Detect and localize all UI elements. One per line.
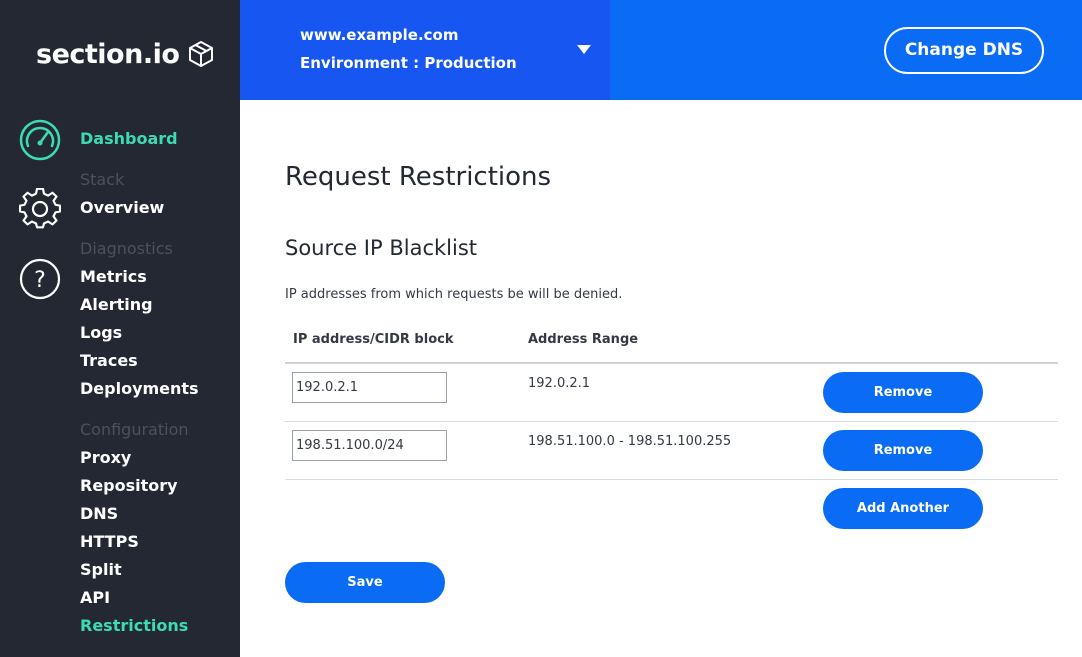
sidebar-item-split[interactable]: Split bbox=[80, 560, 122, 579]
sidebar-item-dns[interactable]: DNS bbox=[80, 504, 118, 523]
change-dns-button[interactable]: Change DNS bbox=[884, 27, 1044, 74]
svg-text:?: ? bbox=[34, 268, 46, 293]
sidebar-item-overview[interactable]: Overview bbox=[80, 198, 164, 217]
page-title: Request Restrictions bbox=[285, 162, 552, 192]
column-header-range: Address Range bbox=[528, 332, 639, 347]
top-header: www.example.com Environment : Production… bbox=[240, 0, 1082, 100]
sidebar-item-api[interactable]: API bbox=[80, 588, 110, 607]
cube-logo-icon bbox=[189, 41, 214, 67]
sidebar-heading-configuration: Configuration bbox=[80, 420, 189, 439]
address-range: 192.0.2.1 bbox=[528, 376, 591, 391]
row-divider bbox=[285, 479, 1058, 480]
logo-text: section.io bbox=[36, 38, 180, 70]
gear-icon[interactable] bbox=[19, 188, 61, 230]
logo[interactable]: section.io bbox=[36, 36, 215, 72]
remove-button[interactable]: Remove bbox=[823, 430, 983, 471]
help-icon[interactable]: ? bbox=[19, 258, 61, 300]
sidebar-heading-stack: Stack bbox=[80, 170, 125, 189]
sidebar-heading-diagnostics: Diagnostics bbox=[80, 239, 173, 258]
sidebar-item-https[interactable]: HTTPS bbox=[80, 532, 139, 551]
row-divider bbox=[285, 421, 1058, 422]
add-another-button[interactable]: Add Another bbox=[823, 488, 983, 529]
speedometer-icon[interactable] bbox=[19, 119, 61, 161]
table-header-divider bbox=[285, 362, 1058, 364]
sidebar-item-alerting[interactable]: Alerting bbox=[80, 295, 153, 314]
ip-input[interactable] bbox=[292, 430, 447, 461]
sidebar-item-dashboard[interactable]: Dashboard bbox=[80, 129, 178, 148]
address-range: 198.51.100.0 - 198.51.100.255 bbox=[528, 434, 732, 449]
environment-selector[interactable]: www.example.com Environment : Production bbox=[240, 0, 610, 100]
site-domain: www.example.com bbox=[300, 26, 459, 44]
sidebar-item-logs[interactable]: Logs bbox=[80, 323, 122, 342]
sidebar-item-deployments[interactable]: Deployments bbox=[80, 379, 199, 398]
save-button[interactable]: Save bbox=[285, 562, 445, 603]
section-title: Source IP Blacklist bbox=[285, 236, 477, 260]
sidebar-item-restrictions[interactable]: Restrictions bbox=[80, 616, 188, 635]
remove-button[interactable]: Remove bbox=[823, 372, 983, 413]
sidebar-item-repository[interactable]: Repository bbox=[80, 476, 178, 495]
sidebar-item-proxy[interactable]: Proxy bbox=[80, 448, 131, 467]
ip-input[interactable] bbox=[292, 372, 447, 403]
sidebar: section.io Dashboard Stack Overview Diag… bbox=[0, 0, 240, 657]
sidebar-item-metrics[interactable]: Metrics bbox=[80, 267, 147, 286]
environment-name: Environment : Production bbox=[300, 54, 517, 72]
section-description: IP addresses from which requests be will… bbox=[285, 287, 623, 302]
caret-down-icon[interactable] bbox=[577, 45, 591, 54]
column-header-ip: IP address/CIDR block bbox=[293, 332, 454, 347]
sidebar-item-traces[interactable]: Traces bbox=[80, 351, 138, 370]
